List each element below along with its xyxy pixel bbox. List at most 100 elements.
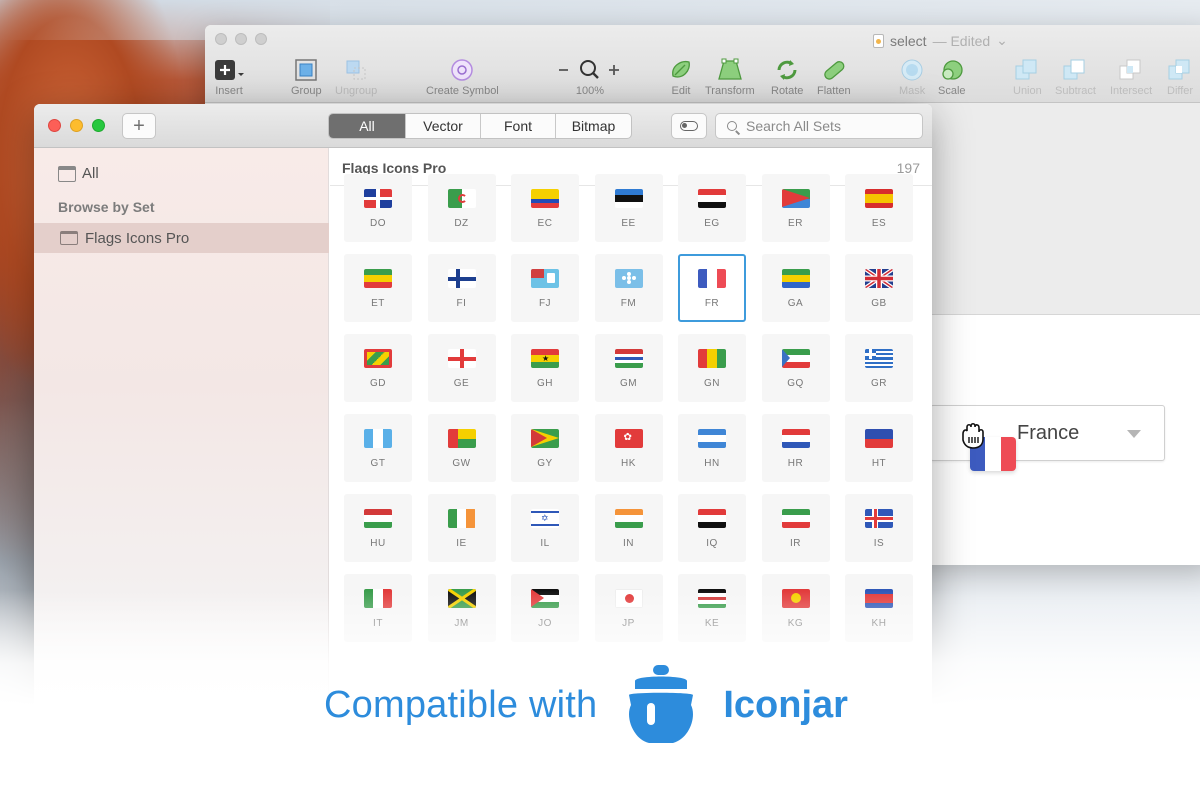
toggle-icon (680, 121, 698, 131)
close-button[interactable] (215, 33, 227, 45)
icon-code-label: EC (537, 218, 553, 229)
group-button[interactable]: Group (291, 57, 322, 97)
flag-iq-icon (698, 509, 726, 528)
close-button[interactable] (48, 119, 61, 132)
icon-tile-is[interactable]: IS (845, 494, 913, 562)
icon-code-label: GD (370, 378, 386, 389)
icon-tile-ie[interactable]: IE (427, 494, 496, 562)
archive-box-icon (60, 231, 78, 245)
icon-tile-ir[interactable]: IR (761, 494, 830, 562)
minimize-button[interactable] (235, 33, 247, 45)
icon-tile-gq[interactable]: GQ (761, 334, 830, 402)
icon-tile-gn[interactable]: GN (678, 334, 746, 402)
icon-code-label: IS (873, 538, 885, 549)
zoom-button[interactable] (92, 119, 105, 132)
zoom-control[interactable]: 100% (557, 57, 623, 97)
iconjar-window-controls (48, 119, 105, 132)
icon-tile-fr[interactable]: FR (678, 254, 746, 322)
add-set-button[interactable]: + (122, 113, 156, 139)
intersect-button[interactable]: Intersect (1110, 57, 1152, 97)
filter-vector-label: Vector (423, 118, 463, 134)
icon-code-label: ET (371, 298, 385, 309)
icon-tile-fi[interactable]: FI (427, 254, 496, 322)
flag-ec-icon (531, 189, 559, 208)
mask-button[interactable]: Mask (899, 57, 925, 97)
icon-tile-gd[interactable]: GD (344, 334, 412, 402)
rotate-button[interactable]: Rotate (771, 57, 803, 97)
icon-tile-gm[interactable]: GM (594, 334, 663, 402)
icon-tile-et[interactable]: ET (344, 254, 412, 322)
icon-tile-gw[interactable]: GW (427, 414, 496, 482)
edit-label: Edit (671, 85, 691, 97)
icon-tile-ee[interactable]: EE (594, 174, 663, 242)
ungroup-button[interactable]: Ungroup (335, 57, 377, 97)
icon-code-label: HN (704, 458, 720, 469)
icon-tile-do[interactable]: DO (344, 174, 412, 242)
icon-code-label: FI (456, 298, 467, 309)
sketch-canvas[interactable] (930, 104, 1200, 314)
document-icon (873, 33, 884, 48)
icon-code-label: GQ (787, 378, 804, 389)
difference-button[interactable]: Differ (1167, 57, 1193, 97)
ungroup-label: Ungroup (335, 85, 378, 97)
sketch-document-title[interactable]: select — Edited ⌄ (873, 32, 1008, 49)
group-label: Group (291, 85, 322, 97)
icon-tile-er[interactable]: ER (761, 174, 830, 242)
edit-button[interactable]: Edit (669, 57, 693, 97)
icon-tile-gy[interactable]: GY (511, 414, 579, 482)
banner-brand: Iconjar (723, 683, 848, 726)
flag-in-icon (614, 509, 643, 528)
flag-gr-icon (865, 349, 893, 368)
icon-tile-fm[interactable]: FM (594, 254, 663, 322)
flatten-label: Flatten (817, 85, 851, 97)
scale-label: Scale (938, 85, 966, 97)
filter-vector[interactable]: Vector (405, 114, 480, 138)
icon-tile-gh[interactable]: ★ GH (511, 334, 579, 402)
minimize-button[interactable] (70, 119, 83, 132)
icon-tile-ht[interactable]: HT (845, 414, 913, 482)
icon-tile-ec[interactable]: EC (511, 174, 579, 242)
flag-et-icon (364, 269, 392, 288)
icon-tile-eg[interactable]: EG (678, 174, 746, 242)
icon-tile-es[interactable]: ES (845, 174, 913, 242)
icon-tile-hu[interactable]: HU (344, 494, 412, 562)
flatten-button[interactable]: Flatten (817, 57, 851, 97)
filter-segmented-control: All Vector Font Bitmap (328, 113, 632, 139)
icon-code-label: IR (790, 538, 801, 549)
search-input[interactable]: Search All Sets (715, 113, 923, 139)
union-button[interactable]: Union (1013, 57, 1042, 97)
create-symbol-label: Create Symbol (426, 85, 499, 97)
icon-tile-gr[interactable]: GR (845, 334, 913, 402)
icon-tile-hn[interactable]: HN (678, 414, 746, 482)
flag-fm-icon (614, 269, 643, 288)
banner-text: Compatible with (324, 683, 598, 726)
filter-font[interactable]: Font (480, 114, 555, 138)
icon-tile-hr[interactable]: HR (761, 414, 830, 482)
icon-tile-ge[interactable]: GE (427, 334, 496, 402)
transform-button[interactable]: Transform (705, 57, 755, 97)
icon-tile-gb[interactable]: GB (845, 254, 913, 322)
grab-cursor-icon (962, 422, 984, 449)
icon-tile-in[interactable]: IN (594, 494, 663, 562)
insert-button[interactable]: Insert (213, 57, 245, 97)
subtract-button[interactable]: Subtract (1055, 57, 1096, 97)
icon-code-label: GN (704, 378, 720, 389)
icon-tile-hk[interactable]: ✿ HK (594, 414, 663, 482)
icon-tile-gt[interactable]: GT (344, 414, 412, 482)
sidebar-item-flags-icons-pro[interactable]: Flags Icons Pro (34, 223, 329, 253)
filter-all[interactable]: All (329, 114, 405, 138)
filter-bitmap[interactable]: Bitmap (555, 114, 631, 138)
sidebar-item-all-label: All (82, 165, 99, 182)
toggle-button[interactable] (671, 113, 707, 139)
icon-tile-fj[interactable]: FJ (511, 254, 579, 322)
mask-icon (899, 57, 925, 83)
icon-tile-ga[interactable]: GA (761, 254, 830, 322)
zoom-button[interactable] (255, 33, 267, 45)
icon-tile-il[interactable]: ✡ IL (511, 494, 579, 562)
flag-gy-icon (531, 429, 559, 448)
create-symbol-button[interactable]: Create Symbol (426, 57, 499, 97)
icon-tile-dz[interactable]: DZ (427, 174, 496, 242)
sidebar-item-all[interactable]: All (58, 165, 99, 182)
icon-tile-iq[interactable]: IQ (678, 494, 746, 562)
scale-button[interactable]: Scale (938, 57, 966, 97)
